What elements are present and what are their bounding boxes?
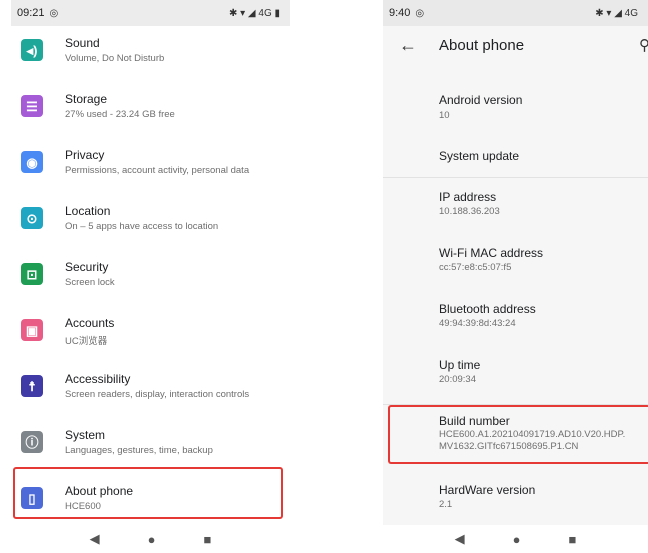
location-icon: ⊙ bbox=[21, 207, 43, 229]
item-value: cc:57:e8:c5:07:f5 bbox=[439, 262, 512, 273]
item-value: 10 bbox=[439, 110, 450, 121]
status-bar: 09:21 ◎ ✱ ▾ ◢ 4G ▮ bbox=[11, 0, 290, 26]
settings-item-accessibility[interactable]: ☨ Accessibility Screen readers, display,… bbox=[11, 362, 290, 418]
settings-item-accounts[interactable]: ▣ Accounts UC浏览器 bbox=[11, 306, 290, 362]
item-value: 2.1 bbox=[439, 499, 453, 510]
item-title: IP address bbox=[439, 190, 497, 204]
recents-nav-icon[interactable]: ■ bbox=[204, 532, 212, 547]
item-title: Storage bbox=[65, 92, 108, 106]
back-arrow-icon[interactable]: ← bbox=[399, 35, 417, 56]
navigation-bar: ◀ ● ■ bbox=[383, 525, 648, 553]
item-subtitle: Screen readers, display, interaction con… bbox=[65, 389, 250, 400]
item-title: Accounts bbox=[65, 316, 115, 330]
notification-icon: ◎ bbox=[49, 7, 59, 19]
back-nav-icon[interactable]: ◀ bbox=[90, 531, 100, 547]
item-title: HardWare version bbox=[439, 483, 536, 497]
settings-item-system[interactable]: ⓘ System Languages, gestures, time, back… bbox=[11, 418, 290, 474]
info-icon: ⓘ bbox=[21, 431, 43, 453]
recents-nav-icon[interactable]: ■ bbox=[569, 532, 577, 547]
item-title: Security bbox=[65, 260, 109, 274]
item-subtitle: Languages, gestures, time, backup bbox=[65, 445, 213, 456]
about-item-android-version[interactable]: Android version 10 bbox=[383, 66, 648, 122]
page-title: About phone bbox=[439, 37, 525, 54]
volume-icon: ◂) bbox=[21, 39, 43, 61]
item-value: 20:09:34 bbox=[439, 374, 476, 385]
item-title: Location bbox=[65, 204, 111, 218]
accessibility-icon: ☨ bbox=[21, 375, 43, 397]
search-icon[interactable]: ⚲ bbox=[639, 36, 648, 54]
highlight-box-build-number bbox=[388, 405, 648, 464]
item-title: System update bbox=[439, 149, 520, 163]
settings-screen: 09:21 ◎ ✱ ▾ ◢ 4G ▮ ◂) Sound Volume, Do N… bbox=[11, 0, 290, 553]
item-title: Accessibility bbox=[65, 372, 131, 386]
item-title: Up time bbox=[439, 358, 481, 372]
item-subtitle: Screen lock bbox=[65, 277, 115, 288]
privacy-icon: ◉ bbox=[21, 151, 43, 173]
settings-item-storage[interactable]: ☰ Storage 27% used - 23.24 GB free bbox=[11, 82, 290, 138]
settings-item-privacy[interactable]: ◉ Privacy Permissions, account activity,… bbox=[11, 138, 290, 194]
highlight-box-about-phone bbox=[13, 467, 283, 519]
item-subtitle: UC浏览器 bbox=[65, 336, 108, 347]
about-item-system-update[interactable]: System update bbox=[383, 130, 648, 174]
item-value: 49:94:39:8d:43:24 bbox=[439, 318, 516, 329]
item-title: Android version bbox=[439, 93, 523, 107]
back-nav-icon[interactable]: ◀ bbox=[455, 531, 465, 547]
notification-icon: ◎ bbox=[415, 7, 425, 19]
item-title: Privacy bbox=[65, 148, 105, 162]
status-icons: ✱ ▾ ◢ 4G ▮ bbox=[228, 7, 280, 19]
status-time: 9:40 bbox=[389, 7, 411, 19]
accounts-icon: ▣ bbox=[21, 319, 43, 341]
home-nav-icon[interactable]: ● bbox=[513, 532, 521, 547]
about-item-hardware-version[interactable]: HardWare version 2.1 bbox=[383, 466, 648, 522]
item-subtitle: Volume, Do Not Disturb bbox=[65, 53, 165, 64]
status-bar: 9:40 ◎ ✱ ▾ ◢ 4G bbox=[383, 0, 648, 26]
about-phone-screen: 9:40 ◎ ✱ ▾ ◢ 4G ← About phone ⚲ Android … bbox=[383, 0, 648, 553]
about-item-ip-address[interactable]: IP address 10.188.36.203 bbox=[383, 178, 648, 234]
home-nav-icon[interactable]: ● bbox=[148, 532, 156, 547]
app-bar: ← About phone ⚲ bbox=[383, 26, 648, 66]
status-time: 09:21 bbox=[17, 7, 45, 19]
item-title: Sound bbox=[65, 36, 100, 50]
item-title: System bbox=[65, 428, 106, 442]
about-item-wifi-mac[interactable]: Wi-Fi MAC address cc:57:e8:c5:07:f5 bbox=[383, 234, 648, 290]
lock-icon: ⊡ bbox=[21, 263, 43, 285]
about-item-bluetooth-address[interactable]: Bluetooth address 49:94:39:8d:43:24 bbox=[383, 290, 648, 346]
item-title: Bluetooth address bbox=[439, 302, 536, 316]
item-value: 10.188.36.203 bbox=[439, 206, 500, 217]
item-subtitle: Permissions, account activity, personal … bbox=[65, 165, 250, 176]
navigation-bar: ◀ ● ■ bbox=[11, 525, 290, 553]
item-subtitle: On – 5 apps have access to location bbox=[65, 221, 219, 232]
status-icons: ✱ ▾ ◢ 4G bbox=[595, 7, 638, 19]
settings-item-location[interactable]: ⊙ Location On – 5 apps have access to lo… bbox=[11, 194, 290, 250]
settings-item-security[interactable]: ⊡ Security Screen lock bbox=[11, 250, 290, 306]
item-subtitle: 27% used - 23.24 GB free bbox=[65, 109, 175, 120]
item-title: Wi-Fi MAC address bbox=[439, 246, 544, 260]
storage-icon: ☰ bbox=[21, 95, 43, 117]
about-item-up-time[interactable]: Up time 20:09:34 bbox=[383, 346, 648, 402]
settings-item-sound[interactable]: ◂) Sound Volume, Do Not Disturb bbox=[11, 26, 290, 82]
